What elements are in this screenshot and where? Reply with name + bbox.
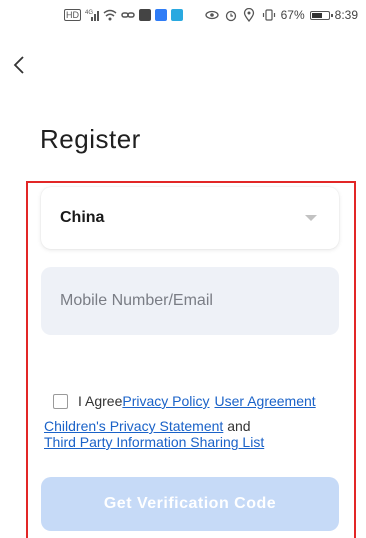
country-value: China [60,209,105,226]
agreement-line-3: Third Party Information Sharing List [44,434,264,450]
mobile-email-input[interactable] [41,267,339,335]
children-privacy-link[interactable]: Children's Privacy Statement [44,418,223,434]
back-button[interactable] [8,54,30,76]
agreement-row: I Agree Privacy Policy User Agreement [53,393,316,409]
alarm-icon [224,8,238,22]
location-icon [243,7,257,23]
agree-label: I Agree [78,393,123,409]
privacy-policy-link[interactable]: Privacy Policy [122,393,209,409]
status-bar-right: 67% 8:39 [204,7,358,23]
link-icon [121,8,135,22]
vibrate-icon [262,8,276,22]
chevron-left-icon [13,56,24,74]
status-bar: HD 4G 67% 8:39 [0,0,366,30]
battery-icon [309,10,333,20]
hd-icon: HD [64,9,81,21]
agree-checkbox[interactable] [53,393,68,409]
page-title: Register [40,124,141,154]
caret-down-icon [305,215,317,221]
third-party-sharing-link[interactable]: Third Party Information Sharing List [44,434,264,450]
battery-percent: 67% [280,8,305,22]
clock-time: 8:39 [334,8,358,22]
agreement-line-2: Children's Privacy Statement and [44,418,251,434]
wifi-icon [103,8,117,22]
status-bar-left: HD 4G [64,7,183,23]
get-verification-code-button[interactable]: Get Verification Code [41,477,339,531]
app-icon [139,9,151,21]
app-icon [171,9,183,21]
and-text: and [227,418,251,434]
signal-label: 4G [85,10,93,16]
eye-icon [204,8,219,22]
user-agreement-link[interactable]: User Agreement [215,393,316,409]
country-select[interactable]: China [41,187,339,249]
signal-icon: 4G [85,8,99,22]
app-icon [155,9,167,21]
